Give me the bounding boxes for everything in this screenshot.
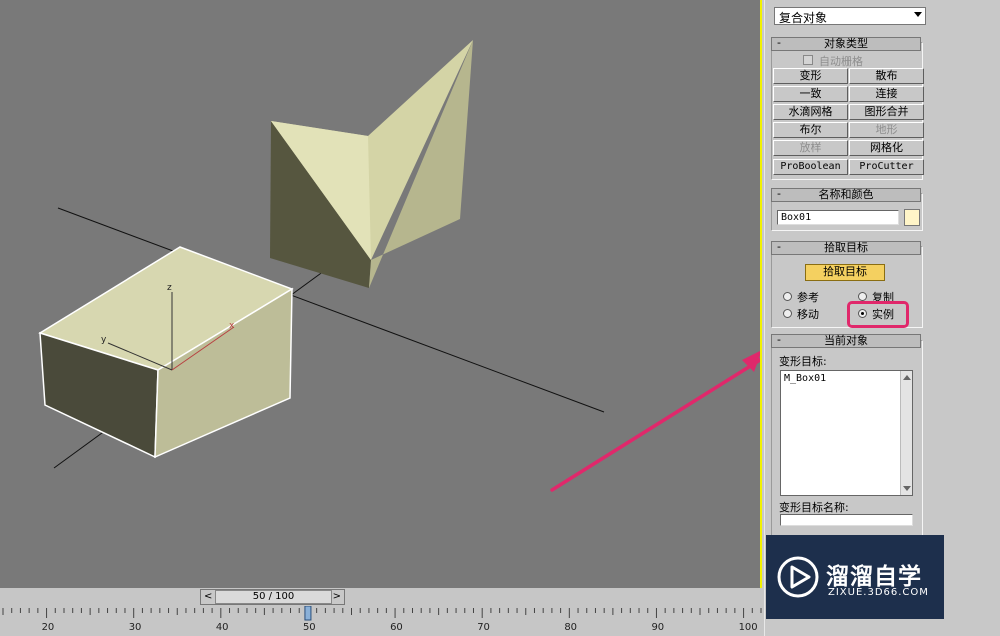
viewport-scene: z y x — [38, 40, 760, 492]
move-label: 移动 — [797, 308, 819, 321]
target-name-field[interactable] — [780, 514, 913, 526]
object-color-swatch[interactable] — [904, 209, 920, 226]
morph-targets-list[interactable]: M_Box01 — [780, 370, 913, 496]
watermark-url: ZIXUE.3D66.COM — [828, 587, 929, 598]
object-type-header[interactable]: - 对象类型 — [771, 37, 921, 51]
watermark: 溜溜自学 ZIXUE.3D66.COM — [766, 535, 944, 619]
gizmo-y-label: y — [101, 335, 107, 345]
box-object[interactable]: z y x — [38, 246, 294, 459]
gizmo-z-label: z — [167, 283, 172, 293]
ruler-label: 60 — [390, 622, 403, 633]
morph-targets-label: 变形目标: — [779, 355, 827, 368]
ruler-label: 20 — [42, 622, 55, 633]
collapse-icon[interactable]: - — [777, 37, 781, 49]
collapse-icon[interactable]: - — [777, 241, 781, 253]
autogrid-label: 自动栅格 — [819, 55, 863, 68]
autogrid-checkbox[interactable] — [803, 55, 813, 65]
watermark-brand: 溜溜自学 — [826, 564, 922, 590]
boolean-button[interactable]: 布尔 — [773, 122, 848, 138]
pick-targets-header[interactable]: - 拾取目标 — [771, 241, 921, 255]
highlight-box — [847, 301, 909, 328]
time-slider[interactable]: < 50 / 100 > — [200, 589, 345, 605]
current-object-title: 当前对象 — [824, 334, 868, 347]
gizmo-x-label: x — [229, 321, 235, 331]
collapse-icon[interactable]: - — [777, 334, 781, 346]
perspective-viewport[interactable]: z y x — [0, 0, 762, 588]
ruler-label: 90 — [651, 622, 664, 633]
list-scrollbar[interactable] — [900, 371, 912, 495]
morph-button[interactable]: 变形 — [773, 68, 848, 84]
ruler-label: 40 — [216, 622, 229, 633]
reference-label: 参考 — [797, 291, 819, 304]
blobmesh-button[interactable]: 水滴网格 — [773, 104, 848, 120]
pick-targets-title: 拾取目标 — [824, 241, 868, 254]
current-object-header[interactable]: - 当前对象 — [771, 334, 921, 348]
ruler-label: 70 — [477, 622, 490, 633]
scatter-button[interactable]: 散布 — [849, 68, 924, 84]
scroll-down-icon[interactable] — [903, 486, 911, 491]
annotation-arrow — [550, 351, 760, 492]
shapemerge-button[interactable]: 图形合并 — [849, 104, 924, 120]
play-logo-icon — [777, 556, 819, 598]
category-dropdown[interactable]: 复合对象 — [774, 7, 926, 25]
procutter-button[interactable]: ProCutter — [849, 159, 924, 175]
time-ruler[interactable]: 20 30 40 50 60 70 80 90 100 — [0, 606, 764, 636]
morph-target-object[interactable] — [270, 40, 473, 288]
scroll-up-icon[interactable] — [903, 375, 911, 380]
mesher-button[interactable]: 网格化 — [849, 140, 924, 156]
connect-button[interactable]: 连接 — [849, 86, 924, 102]
conform-button[interactable]: 一致 — [773, 86, 848, 102]
frame-display[interactable]: 50 / 100 — [215, 590, 332, 604]
ruler-label: 50 — [303, 622, 316, 633]
copy-radio[interactable] — [858, 292, 867, 301]
move-radio[interactable] — [783, 309, 792, 318]
chevron-down-icon[interactable] — [914, 12, 922, 17]
category-dropdown-value: 复合对象 — [779, 11, 828, 25]
timebar: < 50 / 100 > 20 30 40 50 60 70 80 90 100 — [0, 588, 764, 636]
target-name-label: 变形目标名称: — [779, 501, 849, 514]
collapse-icon[interactable]: - — [777, 188, 781, 200]
object-type-title: 对象类型 — [824, 37, 868, 50]
terrain-button[interactable]: 地形 — [849, 122, 924, 138]
ruler-label: 30 — [129, 622, 142, 633]
object-name-field[interactable]: Box01 — [777, 210, 899, 225]
reference-radio[interactable] — [783, 292, 792, 301]
next-frame-icon[interactable]: > — [333, 591, 341, 602]
name-color-title: 名称和颜色 — [818, 188, 874, 201]
pick-target-button[interactable]: 拾取目标 — [805, 264, 885, 281]
name-color-header[interactable]: - 名称和颜色 — [771, 188, 921, 202]
proboolean-button[interactable]: ProBoolean — [773, 159, 848, 175]
ruler-label: 80 — [564, 622, 577, 633]
list-item[interactable]: M_Box01 — [784, 373, 826, 384]
ruler-label: 100 — [739, 622, 758, 633]
loft-button[interactable]: 放样 — [773, 140, 848, 156]
current-frame-marker[interactable] — [304, 606, 312, 621]
prev-frame-icon[interactable]: < — [204, 591, 212, 602]
